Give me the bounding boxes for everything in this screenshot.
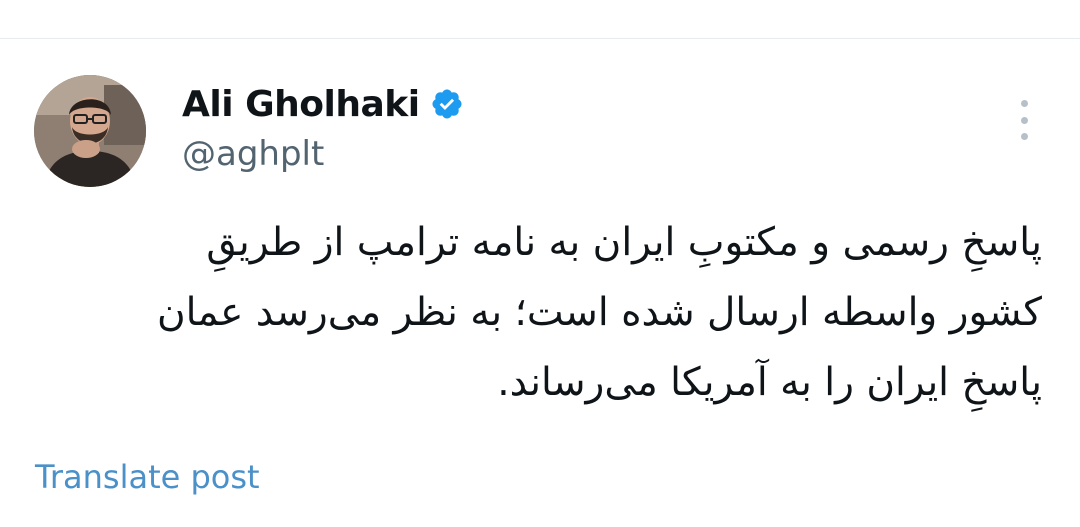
- author-display-name[interactable]: Ali Gholhaki: [182, 84, 420, 125]
- post-text-line: پاسخِ رسمی و مکتوبِ ایران به نامه ترامپ …: [206, 220, 1042, 265]
- more-dot: [1020, 116, 1028, 124]
- top-divider: [0, 38, 1080, 39]
- more-dot: [1020, 100, 1028, 107]
- translate-post-link[interactable]: Translate post: [35, 458, 260, 496]
- author-name-row[interactable]: Ali Gholhaki: [182, 80, 464, 128]
- profile-photo-icon: [34, 75, 146, 187]
- post-text-line: پاسخِ ایران را به آمریکا می‌رساند.: [497, 360, 1042, 405]
- post-text-line: کشور واسطه ارسال شده است؛ به نظر می‌رسد …: [157, 290, 1042, 335]
- vertical-ellipsis-icon[interactable]: [1012, 100, 1036, 140]
- verified-badge-icon: [432, 89, 462, 119]
- post-text: پاسخِ رسمی و مکتوبِ ایران به نامه ترامپ …: [82, 208, 1042, 418]
- avatar[interactable]: [34, 75, 146, 187]
- more-dot: [1020, 133, 1028, 140]
- author-handle[interactable]: @aghplt: [182, 134, 324, 174]
